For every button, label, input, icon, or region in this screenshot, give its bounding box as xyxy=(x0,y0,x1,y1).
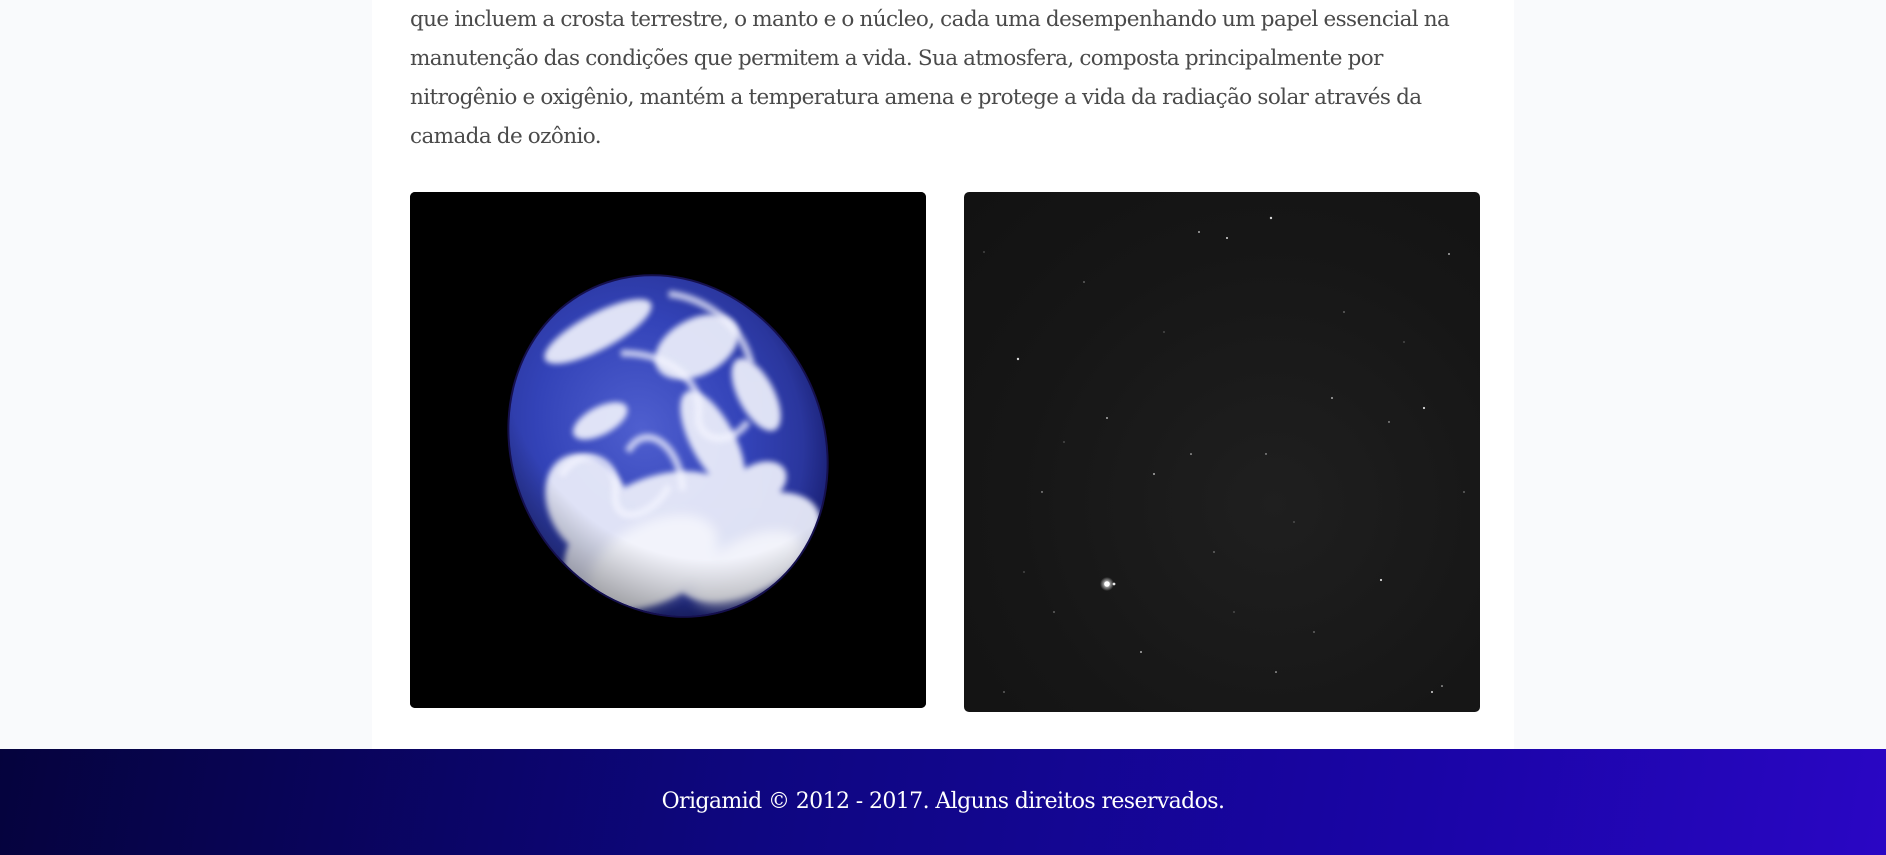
article-paragraph: que incluem a crosta terrestre, o manto … xyxy=(410,0,1490,156)
starfield-photo xyxy=(964,192,1480,712)
site-footer: Origamid © 2012 - 2017. Alguns direitos … xyxy=(0,749,1886,855)
paragraph-line: nitrogênio e oxigênio, mantém a temperat… xyxy=(410,85,1422,110)
paragraph-line: manutenção das condições que permitem a … xyxy=(410,46,1383,71)
earth-photo xyxy=(410,192,926,708)
paragraph-line: que incluem a crosta terrestre, o manto … xyxy=(410,7,1450,32)
copyright-text: Origamid © 2012 - 2017. Alguns direitos … xyxy=(661,788,1225,814)
paragraph-line: camada de ozônio. xyxy=(410,124,602,149)
